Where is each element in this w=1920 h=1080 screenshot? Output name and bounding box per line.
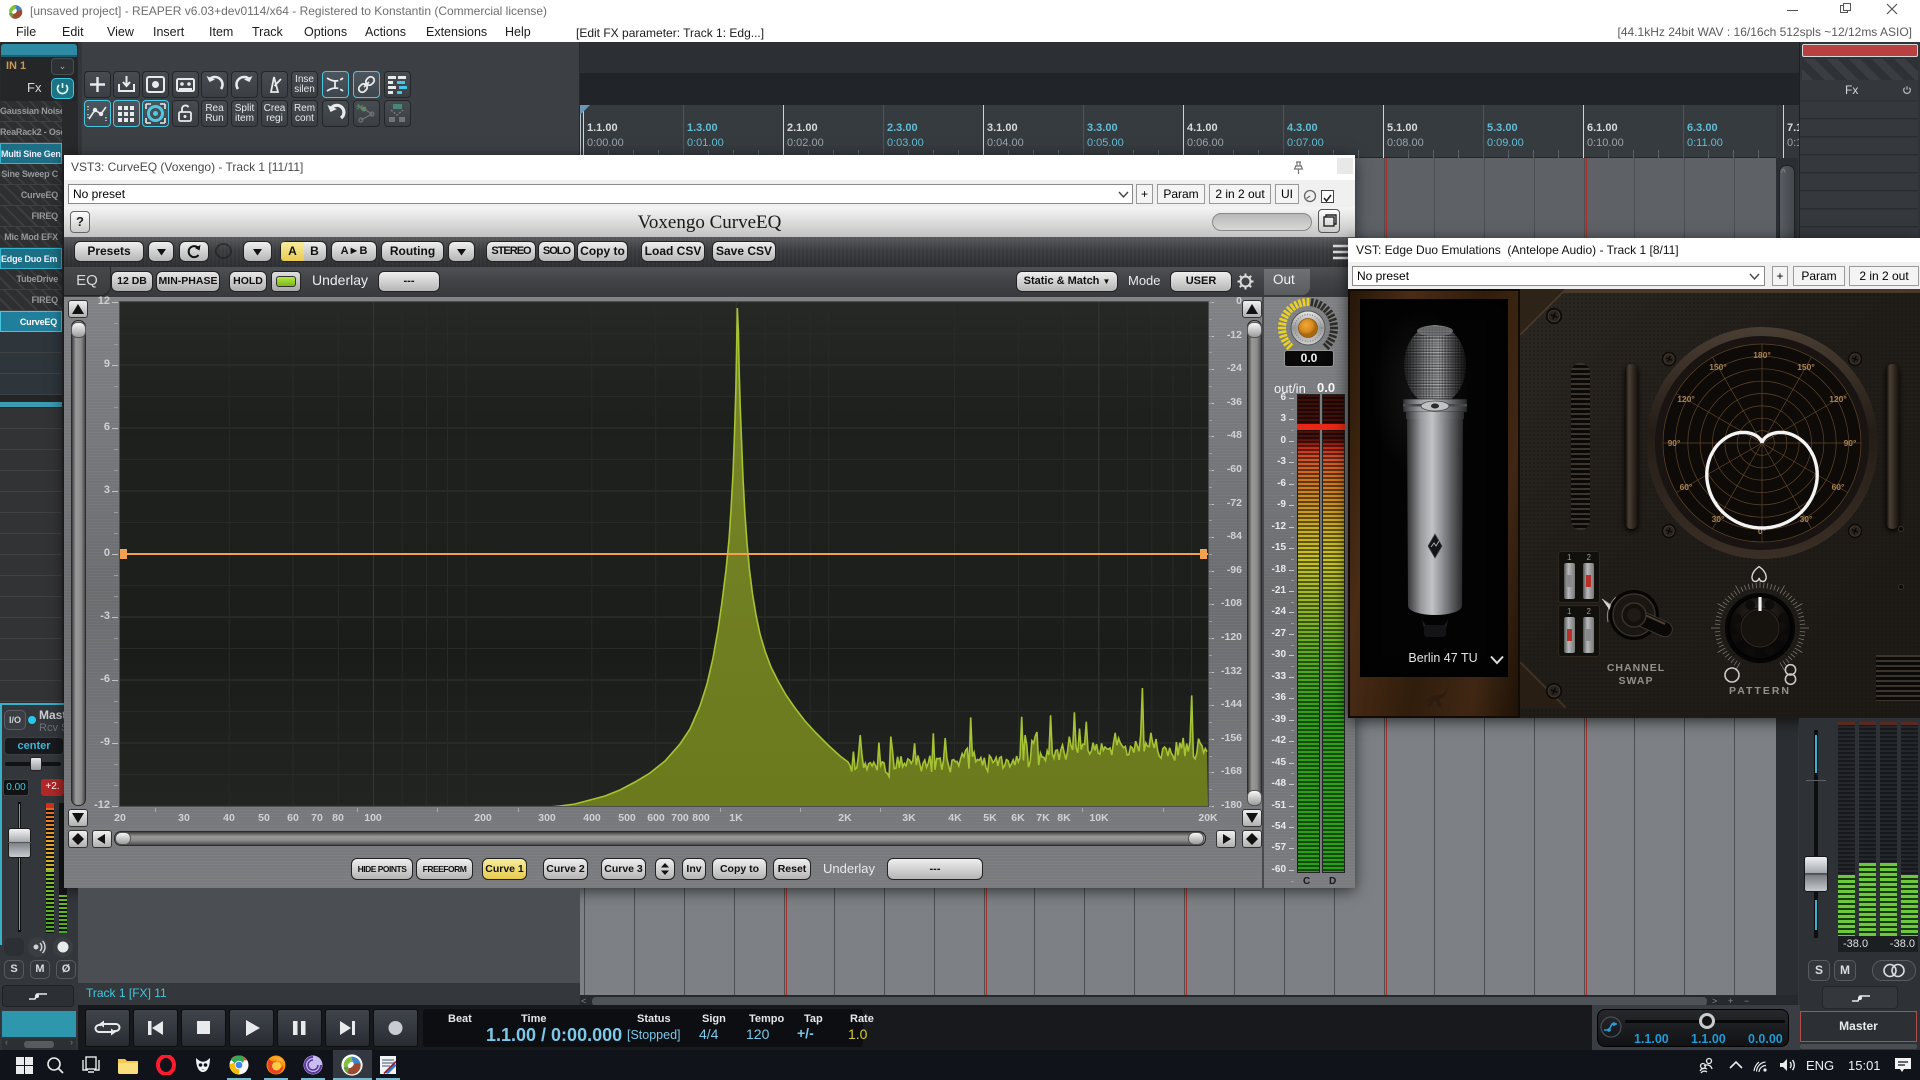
svg-text:150°: 150° — [1709, 362, 1727, 372]
svg-text:90°: 90° — [1844, 438, 1857, 448]
svg-text:150°: 150° — [1797, 362, 1815, 372]
svg-text:60°: 60° — [1832, 482, 1845, 492]
svg-text:30°: 30° — [1712, 514, 1725, 524]
svg-text:90°: 90° — [1668, 438, 1681, 448]
svg-text:120°: 120° — [1829, 394, 1847, 404]
svg-text:120°: 120° — [1677, 394, 1695, 404]
svg-text:60°: 60° — [1680, 482, 1693, 492]
svg-text:180°: 180° — [1753, 350, 1771, 360]
svg-text:30°: 30° — [1800, 514, 1813, 524]
